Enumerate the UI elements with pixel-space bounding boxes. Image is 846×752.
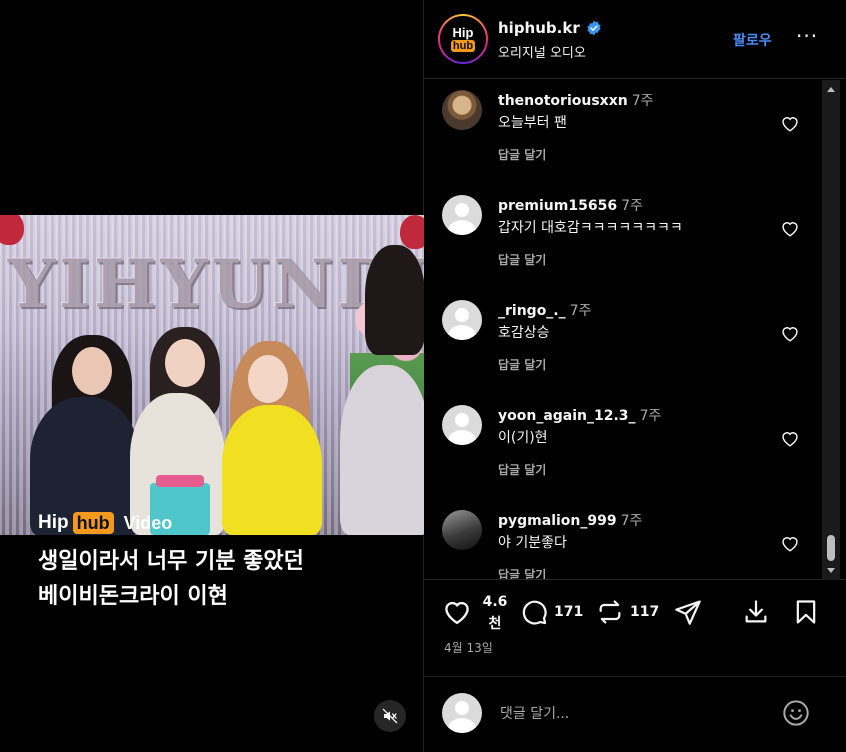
repost-count: 117 [630,604,660,620]
comment-time: 7주 [620,513,643,529]
scroll-up-arrow-icon[interactable] [825,84,837,96]
more-options-button[interactable]: ··· [796,24,818,48]
caption-line-2: 베이비돈크라이 이현 [38,584,228,609]
comment-bubble-icon [522,600,547,625]
commenter-avatar[interactable] [442,510,482,550]
logo-hip: Hip [38,512,69,533]
person-head [165,339,205,387]
avatar-logo-hip: Hip [452,25,474,40]
heart-icon[interactable] [780,324,800,342]
follow-button[interactable]: 팔로우 [733,30,772,50]
commenter-username[interactable]: premium15656 [498,198,617,214]
heart-icon[interactable] [780,429,800,447]
comment-item: premium15656 7주 갑자기 대호감ㅋㅋㅋㅋㅋㅋㅋㅋ 답글 달기 [442,195,822,295]
comment-time: 7주 [639,408,662,424]
heart-balloon [400,215,424,249]
person-head [72,347,112,395]
scroll-down-arrow-icon[interactable] [825,564,837,576]
post-actions: 4.6 천 171 117 4월 13일 [424,581,846,661]
comment-text: 호감상승 [498,325,550,341]
media-viewer[interactable]: YIHYUNDI Hip hub Video 생일이라서 너무 기분 좋았던 베… [0,0,424,752]
comment-time: 7주 [621,198,643,214]
comment-text: 이(기)현 [498,430,548,446]
avatar-logo-hub: hub [450,40,476,52]
mute-button[interactable] [374,700,406,732]
account-avatar[interactable]: Hip hub [438,14,488,64]
commenter-avatar[interactable] [442,195,482,235]
heart-icon [445,601,469,625]
scrollbar-thumb[interactable] [827,535,835,561]
commenter-username[interactable]: pygmalion_999 [498,513,617,529]
like-count-unit: 천 [488,616,502,632]
speaker-muted-icon [382,708,398,724]
bookmark-icon [796,600,816,624]
logo-hub: hub [72,512,114,534]
person-body [340,365,424,535]
reply-button[interactable]: 답글 달기 [498,251,546,268]
post-header: Hip hub hiphub.kr 오리지널 오디오 팔로우 ··· [424,0,846,79]
comment-scrollbar[interactable] [822,80,840,580]
account-username-row: hiphub.kr [498,19,602,37]
comment-header: _ringo_._ 7주 [498,300,591,320]
commenter-username[interactable]: yoon_again_12.3_ [498,408,636,424]
post-panel: Hip hub hiphub.kr 오리지널 오디오 팔로우 ··· theno… [424,0,846,752]
person-body [222,405,322,535]
comment-header: premium15656 7주 [498,195,643,215]
like-count-value: 4.6 [482,594,508,610]
repost-button[interactable]: 117 [596,598,659,626]
video-caption: 생일이라서 너무 기분 좋았던 베이비돈크라이 이현 [38,544,304,614]
reply-button[interactable]: 답글 달기 [498,566,546,579]
comment-item: thenotoriousxxn 7주 오늘부터 팬 답글 달기 [442,90,822,190]
repost-icon [599,600,621,624]
comment-text: 갑자기 대호감ㅋㅋㅋㅋㅋㅋㅋㅋ [498,220,683,236]
comment-time: 7주 [569,303,592,319]
comment-text: 오늘부터 팬 [498,115,567,131]
heart-icon[interactable] [780,534,800,552]
comment-item: pygmalion_999 7주 야 기분좋다 답글 달기 [442,510,822,579]
logo-video: Video [123,512,173,533]
like-button[interactable] [442,597,472,625]
heart-icon[interactable] [780,219,800,237]
share-button[interactable] [674,598,702,626]
like-count[interactable]: 4.6 천 [480,591,510,635]
avatar-logo: Hip hub [440,16,486,62]
reply-button[interactable]: 답글 달기 [498,146,546,163]
add-comment-bar [424,676,846,752]
commenter-avatar[interactable] [442,90,482,130]
caption-line-1: 생일이라서 너무 기분 좋았던 [38,549,304,574]
comment-list[interactable]: thenotoriousxxn 7주 오늘부터 팬 답글 달기 premium15… [424,80,846,580]
comment-text: 야 기분좋다 [498,535,567,551]
comment-input[interactable] [500,703,760,725]
download-icon [745,600,767,623]
reply-button[interactable]: 답글 달기 [498,461,546,478]
reply-button[interactable]: 답글 달기 [498,356,546,373]
video-player[interactable]: YIHYUNDI [0,215,424,535]
account-username[interactable]: hiphub.kr [498,19,580,37]
comment-item: _ringo_._ 7주 호감상승 답글 달기 [442,300,822,400]
person-hair [365,245,424,355]
commenter-username[interactable]: thenotoriousxxn [498,93,628,109]
commenter-avatar[interactable] [442,300,482,340]
person-head [248,355,288,403]
comment-item: yoon_again_12.3_ 7주 이(기)현 답글 달기 [442,405,822,505]
hiphub-video-logo: Hip hub Video [38,512,172,534]
comment-header: thenotoriousxxn 7주 [498,90,654,110]
comment-header: pygmalion_999 7주 [498,510,642,530]
comment-header: yoon_again_12.3_ 7주 [498,405,661,425]
audio-label[interactable]: 오리지널 오디오 [498,42,586,61]
commenter-avatar[interactable] [442,405,482,445]
comment-button[interactable]: 171 [520,598,583,626]
comment-count: 171 [554,604,584,620]
comment-time: 7주 [631,93,654,109]
commenter-username[interactable]: _ringo_._ [498,303,566,319]
verified-badge-icon [587,20,601,36]
download-button[interactable] [742,598,770,626]
save-button[interactable] [792,598,820,626]
post-date[interactable]: 4월 13일 [444,639,493,656]
user-avatar [442,693,482,733]
emoji-icon[interactable] [782,699,810,727]
heart-icon[interactable] [780,114,800,132]
paper-plane-icon [675,600,701,625]
